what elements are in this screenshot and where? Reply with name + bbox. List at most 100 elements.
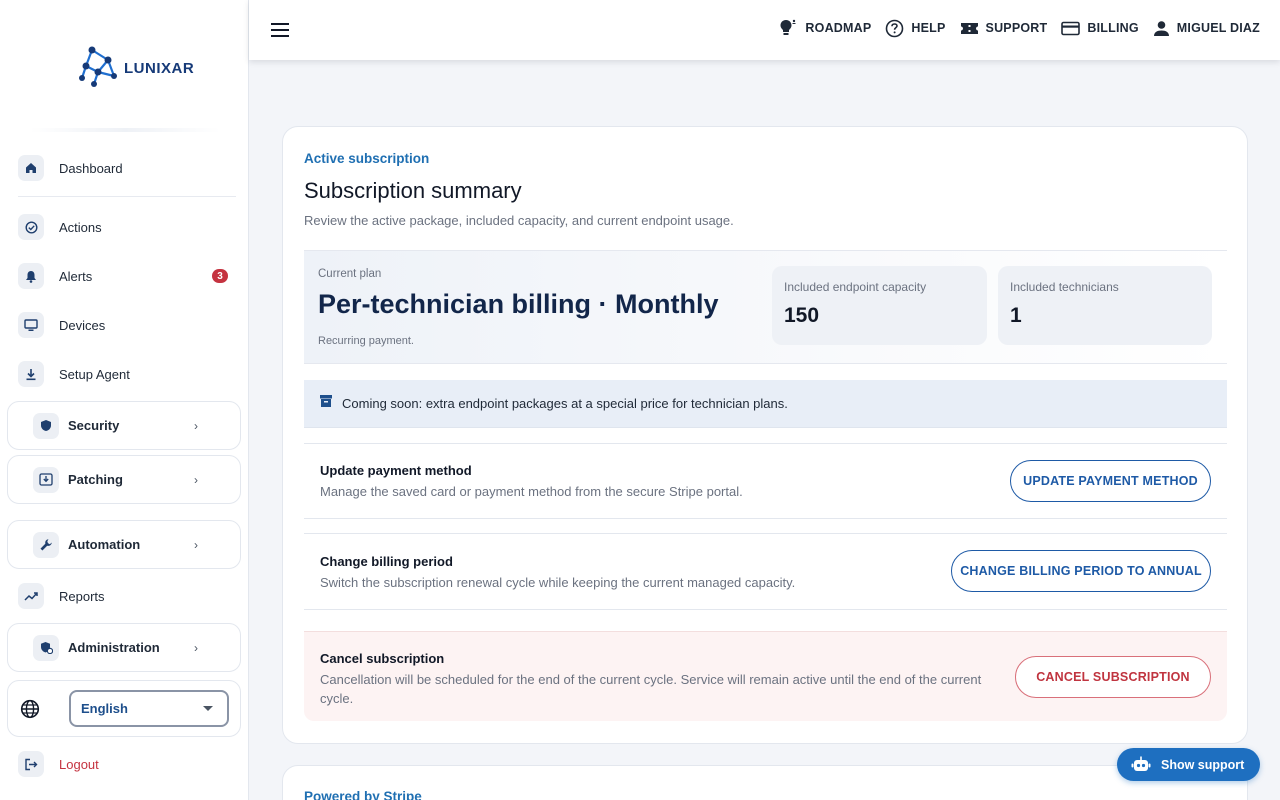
stripe-card: Powered by Stripe <box>282 765 1248 800</box>
row-title: Update payment method <box>320 463 472 478</box>
top-bar: ROADMAP HELP SUPPORT BILLING MIGUEL DIAZ <box>249 0 1280 60</box>
row-title: Cancel subscription <box>320 651 445 666</box>
show-support-button[interactable]: Show support <box>1117 748 1260 781</box>
monitor-icon <box>18 312 44 338</box>
sidebar-item-setup-agent[interactable]: Setup Agent <box>18 360 238 388</box>
capacity-stat: Included endpoint capacity 150 <box>772 266 987 345</box>
admin-shield-icon <box>33 634 59 661</box>
sidebar-item-reports[interactable]: Reports <box>18 582 238 610</box>
sidebar-item-label: Dashboard <box>59 160 123 176</box>
user-icon <box>1153 20 1169 36</box>
support-label: SUPPORT <box>985 21 1048 35</box>
sidebar-group-administration[interactable]: Administration › <box>7 623 241 672</box>
brand-logo[interactable]: LUNIXAR <box>78 42 194 88</box>
subscription-card: Active subscription Subscription summary… <box>282 126 1248 744</box>
capacity-label: Included endpoint capacity <box>784 280 927 294</box>
language-selector-card: English <box>7 680 241 737</box>
brand-name: LUNIXAR <box>124 59 195 77</box>
chevron-right-icon: › <box>194 419 198 433</box>
chevron-right-icon: › <box>194 538 198 552</box>
page-title: Subscription summary <box>304 178 522 203</box>
top-nav: ROADMAP HELP SUPPORT BILLING MIGUEL DIAZ <box>778 18 1260 38</box>
roadmap-link[interactable]: ROADMAP <box>778 18 871 38</box>
billing-label: BILLING <box>1087 21 1139 35</box>
sidebar-item-label: Setup Agent <box>59 366 130 382</box>
change-billing-period-button[interactable]: CHANGE BILLING PERIOD TO ANNUAL <box>951 550 1211 592</box>
logout-icon <box>18 751 44 777</box>
sidebar-item-label: Alerts <box>59 268 93 284</box>
cancel-subscription-row: Cancel subscription Cancellation will be… <box>304 631 1227 721</box>
trending-chart-icon <box>18 583 44 609</box>
row-title: Change billing period <box>320 554 453 569</box>
sidebar-item-actions[interactable]: Actions <box>18 213 238 241</box>
plan-note: Recurring payment. <box>318 335 414 347</box>
sidebar-group-label: Administration <box>68 640 160 655</box>
logout-button[interactable]: Logout <box>18 751 99 777</box>
chevron-right-icon: › <box>194 473 198 487</box>
sidebar-item-label: Actions <box>59 219 102 235</box>
network-logo-icon <box>79 46 117 87</box>
hamburger-menu-icon[interactable] <box>271 23 289 42</box>
language-select[interactable]: English <box>69 690 229 727</box>
sidebar-item-dashboard[interactable]: Dashboard <box>18 154 238 182</box>
user-name: MIGUEL DIAZ <box>1176 21 1260 35</box>
update-payment-method-button[interactable]: UPDATE PAYMENT METHOD <box>1010 460 1211 502</box>
help-label: HELP <box>911 21 946 35</box>
cancel-subscription-button[interactable]: CANCEL SUBSCRIPTION <box>1015 656 1211 698</box>
stripe-title: Powered by Stripe <box>304 789 422 800</box>
technicians-label: Included technicians <box>1010 280 1119 294</box>
sidebar-group-label: Patching <box>68 472 123 487</box>
user-menu[interactable]: MIGUEL DIAZ <box>1153 20 1260 37</box>
row-description: Manage the saved card or payment method … <box>320 484 743 499</box>
support-link[interactable]: SUPPORT <box>960 21 1048 36</box>
current-plan-panel: Current plan Per-technician billing · Mo… <box>304 250 1227 364</box>
caret-down-icon <box>203 706 213 711</box>
shield-icon <box>33 412 59 439</box>
section-overline: Active subscription <box>304 151 430 166</box>
robot-icon <box>1131 756 1151 771</box>
archive-box-icon <box>319 394 333 413</box>
sidebar-group-security[interactable]: Security › <box>7 401 241 450</box>
coming-soon-notice: Coming soon: extra endpoint packages at … <box>304 380 1227 428</box>
technicians-stat: Included technicians 1 <box>998 266 1212 345</box>
globe-icon <box>20 699 40 724</box>
language-select-value: English <box>81 701 128 716</box>
sidebar-item-label: Devices <box>59 317 106 333</box>
row-description: Cancellation will be scheduled for the e… <box>320 672 982 706</box>
sidebar-group-patching[interactable]: Patching › <box>7 455 241 504</box>
plan-name: Per-technician billing · Monthly <box>318 289 719 319</box>
chevron-right-icon: › <box>194 641 198 655</box>
notice-text: Coming soon: extra endpoint packages at … <box>342 396 788 411</box>
sidebar: LUNIXAR Dashboard Actions Alerts 3 Devic… <box>0 0 249 800</box>
technicians-value: 1 <box>1010 304 1022 327</box>
plan-label: Current plan <box>318 268 382 280</box>
sidebar-divider <box>18 196 236 197</box>
sidebar-item-label: Reports <box>59 588 105 604</box>
logout-label: Logout <box>59 756 99 772</box>
home-icon <box>18 155 44 181</box>
ticket-icon <box>960 22 978 34</box>
help-link[interactable]: HELP <box>885 19 945 38</box>
roadmap-label: ROADMAP <box>805 21 872 35</box>
download-icon <box>18 361 44 387</box>
sidebar-group-label: Automation <box>68 537 141 552</box>
credit-card-icon <box>1061 21 1081 35</box>
capacity-value: 150 <box>784 304 820 327</box>
change-billing-period-row: Change billing period Switch the subscri… <box>304 533 1227 610</box>
alerts-count-badge: 3 <box>212 269 228 283</box>
check-circle-icon <box>18 214 44 240</box>
logo-divider <box>30 128 220 132</box>
sidebar-item-devices[interactable]: Devices <box>18 311 238 339</box>
sidebar-item-alerts[interactable]: Alerts 3 <box>18 262 238 290</box>
bell-icon <box>18 263 44 289</box>
row-description: Switch the subscription renewal cycle wh… <box>320 575 796 590</box>
show-support-label: Show support <box>1161 757 1245 772</box>
sidebar-group-automation[interactable]: Automation › <box>7 520 241 569</box>
update-payment-row: Update payment method Manage the saved c… <box>304 443 1227 519</box>
help-circle-icon <box>886 19 904 37</box>
page-subtitle: Review the active package, included capa… <box>304 213 734 228</box>
lightbulb-icon <box>780 19 796 35</box>
patch-download-icon <box>33 466 59 493</box>
wrench-icon <box>33 531 59 558</box>
billing-link[interactable]: BILLING <box>1061 21 1139 36</box>
